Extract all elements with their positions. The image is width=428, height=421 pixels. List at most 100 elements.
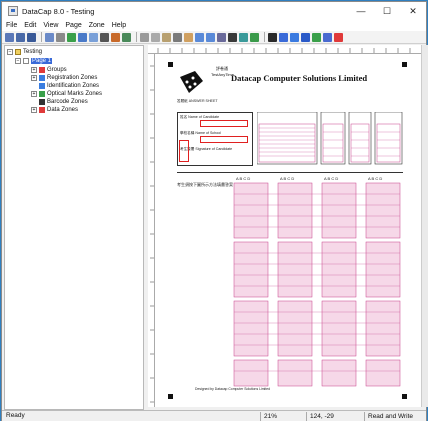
- vertical-ruler: [148, 54, 155, 407]
- grid2-icon[interactable]: [239, 32, 248, 42]
- title-bar: DataCap 8.0 - Testing — ☐ ✕: [2, 2, 426, 20]
- footer-text: Designed by Datacap Computer Solutions L…: [195, 387, 271, 391]
- import-icon[interactable]: [122, 32, 131, 42]
- toolbar: [2, 31, 426, 44]
- svg-text:A B C D: A B C D: [324, 176, 338, 181]
- menu-zone[interactable]: Zone: [89, 22, 105, 29]
- tree-item-label: Optical Marks Zones: [47, 91, 103, 97]
- answer-sheet-label: 答題紙 ANSWER SHEET: [177, 99, 218, 103]
- expand-icon[interactable]: +: [31, 91, 37, 97]
- zoom-in-icon[interactable]: [195, 32, 204, 42]
- export-icon[interactable]: [111, 32, 120, 42]
- tree-item-optical-marks-zones[interactable]: + Optical Marks Zones: [31, 90, 102, 98]
- down-icon[interactable]: [100, 32, 109, 42]
- ruler-ticks: [157, 48, 411, 53]
- menu-bar: File Edit View Page Zone Help: [2, 20, 426, 31]
- window-title: DataCap 8.0 - Testing: [22, 6, 95, 16]
- collapse-icon[interactable]: −: [15, 58, 21, 64]
- answer-grid[interactable]: A B C DA B C D A B C DA B C D: [230, 176, 406, 388]
- copy-icon[interactable]: [151, 32, 160, 42]
- tree-item-groups[interactable]: + Groups: [31, 66, 67, 74]
- save-icon[interactable]: [27, 32, 36, 42]
- menu-file[interactable]: File: [6, 22, 17, 29]
- image-icon[interactable]: [89, 32, 98, 42]
- menu-edit[interactable]: Edit: [24, 22, 36, 29]
- text-icon[interactable]: [56, 32, 65, 42]
- tree-page[interactable]: − Page 1: [15, 57, 53, 65]
- tree-root[interactable]: − Testing: [7, 48, 42, 56]
- tree-item-label: Registration Zones: [47, 75, 98, 81]
- tree-item-identification-zones[interactable]: Identification Zones: [39, 82, 99, 90]
- toolbar-separator: [41, 32, 42, 42]
- registration-mark: [402, 62, 407, 67]
- print-icon[interactable]: [45, 32, 54, 42]
- expand-icon[interactable]: +: [31, 67, 37, 73]
- registration-icon: [39, 75, 45, 81]
- status-bar: Ready 21% 124, -29 Read and Write: [2, 410, 426, 421]
- menu-page[interactable]: Page: [65, 22, 81, 29]
- rotate-icon[interactable]: [217, 32, 226, 42]
- pointer-icon[interactable]: [268, 32, 277, 42]
- tree-item-data-zones[interactable]: + Data Zones: [31, 106, 78, 114]
- scan-icon[interactable]: [78, 32, 87, 42]
- identification-icon: [39, 83, 45, 89]
- menu-help[interactable]: Help: [112, 22, 126, 29]
- expand-icon[interactable]: +: [31, 107, 37, 113]
- check-icon[interactable]: [312, 32, 321, 42]
- page-icon: [23, 58, 29, 64]
- grid-icon[interactable]: [173, 32, 182, 42]
- frame-icon[interactable]: [228, 32, 237, 42]
- name-field-zone[interactable]: [200, 120, 248, 127]
- paste-icon[interactable]: [162, 32, 171, 42]
- barcode-icon: [39, 99, 45, 105]
- open-icon[interactable]: [16, 32, 25, 42]
- status-ready: Ready: [6, 412, 25, 419]
- registration-mark: [168, 394, 173, 399]
- draw-icon[interactable]: [67, 32, 76, 42]
- zoom-out-icon[interactable]: [206, 32, 215, 42]
- candidate-id-grid: [257, 112, 403, 165]
- close-button[interactable]: ✕: [400, 2, 426, 20]
- toolbar-separator: [264, 32, 265, 42]
- folder-icon: [15, 49, 21, 55]
- new-icon[interactable]: [5, 32, 14, 42]
- data-zones-icon: [39, 107, 45, 113]
- ocr-icon[interactable]: [301, 32, 310, 42]
- tree-item-label: Data Zones: [47, 107, 79, 113]
- maximize-button[interactable]: ☐: [374, 2, 400, 20]
- svg-text:A B C D: A B C D: [280, 176, 294, 181]
- document-canvas[interactable]: 評卷通 TestAnyTime Datacap Computer Solutio…: [155, 54, 421, 407]
- id-icon[interactable]: [323, 32, 332, 42]
- chart-icon[interactable]: [250, 32, 259, 42]
- app-window: DataCap 8.0 - Testing — ☐ ✕ File Edit Vi…: [1, 1, 428, 421]
- groups-icon: [39, 67, 45, 73]
- status-coordinates: 124, -29: [306, 412, 362, 421]
- logo-caption: 評卷通 TestAnyTime: [211, 66, 234, 77]
- expand-icon[interactable]: +: [31, 75, 37, 81]
- signature-field-zone[interactable]: [179, 140, 189, 162]
- registration-mark: [168, 62, 173, 67]
- zone-icon[interactable]: [279, 32, 288, 42]
- logo-icon: [180, 71, 203, 93]
- color-icon[interactable]: [334, 32, 343, 42]
- tree-item-registration-zones[interactable]: + Registration Zones: [31, 74, 97, 82]
- registration-mark: [402, 394, 407, 399]
- collapse-icon[interactable]: −: [7, 49, 13, 55]
- zone-tree: − Testing − Page 1 + Groups + Registrati…: [4, 45, 144, 410]
- tree-item-label: Identification Zones: [47, 83, 100, 89]
- mark-icon[interactable]: [290, 32, 299, 42]
- vertical-scrollbar[interactable]: [421, 45, 428, 407]
- menu-view[interactable]: View: [43, 22, 58, 29]
- horizontal-ruler: [148, 45, 421, 54]
- svg-text:A B C D: A B C D: [236, 176, 250, 181]
- tree-page-label: Page 1: [31, 58, 53, 64]
- tree-item-label: Groups: [47, 67, 67, 73]
- tree-item-barcode-zones[interactable]: Barcode Zones: [39, 98, 88, 106]
- hand-icon[interactable]: [184, 32, 193, 42]
- minimize-button[interactable]: —: [348, 2, 374, 20]
- cut-icon[interactable]: [140, 32, 149, 42]
- tree-root-label: Testing: [23, 49, 43, 55]
- status-mode: Read and Write: [364, 412, 426, 421]
- optical-marks-icon: [39, 91, 45, 97]
- school-field-zone[interactable]: [200, 136, 248, 143]
